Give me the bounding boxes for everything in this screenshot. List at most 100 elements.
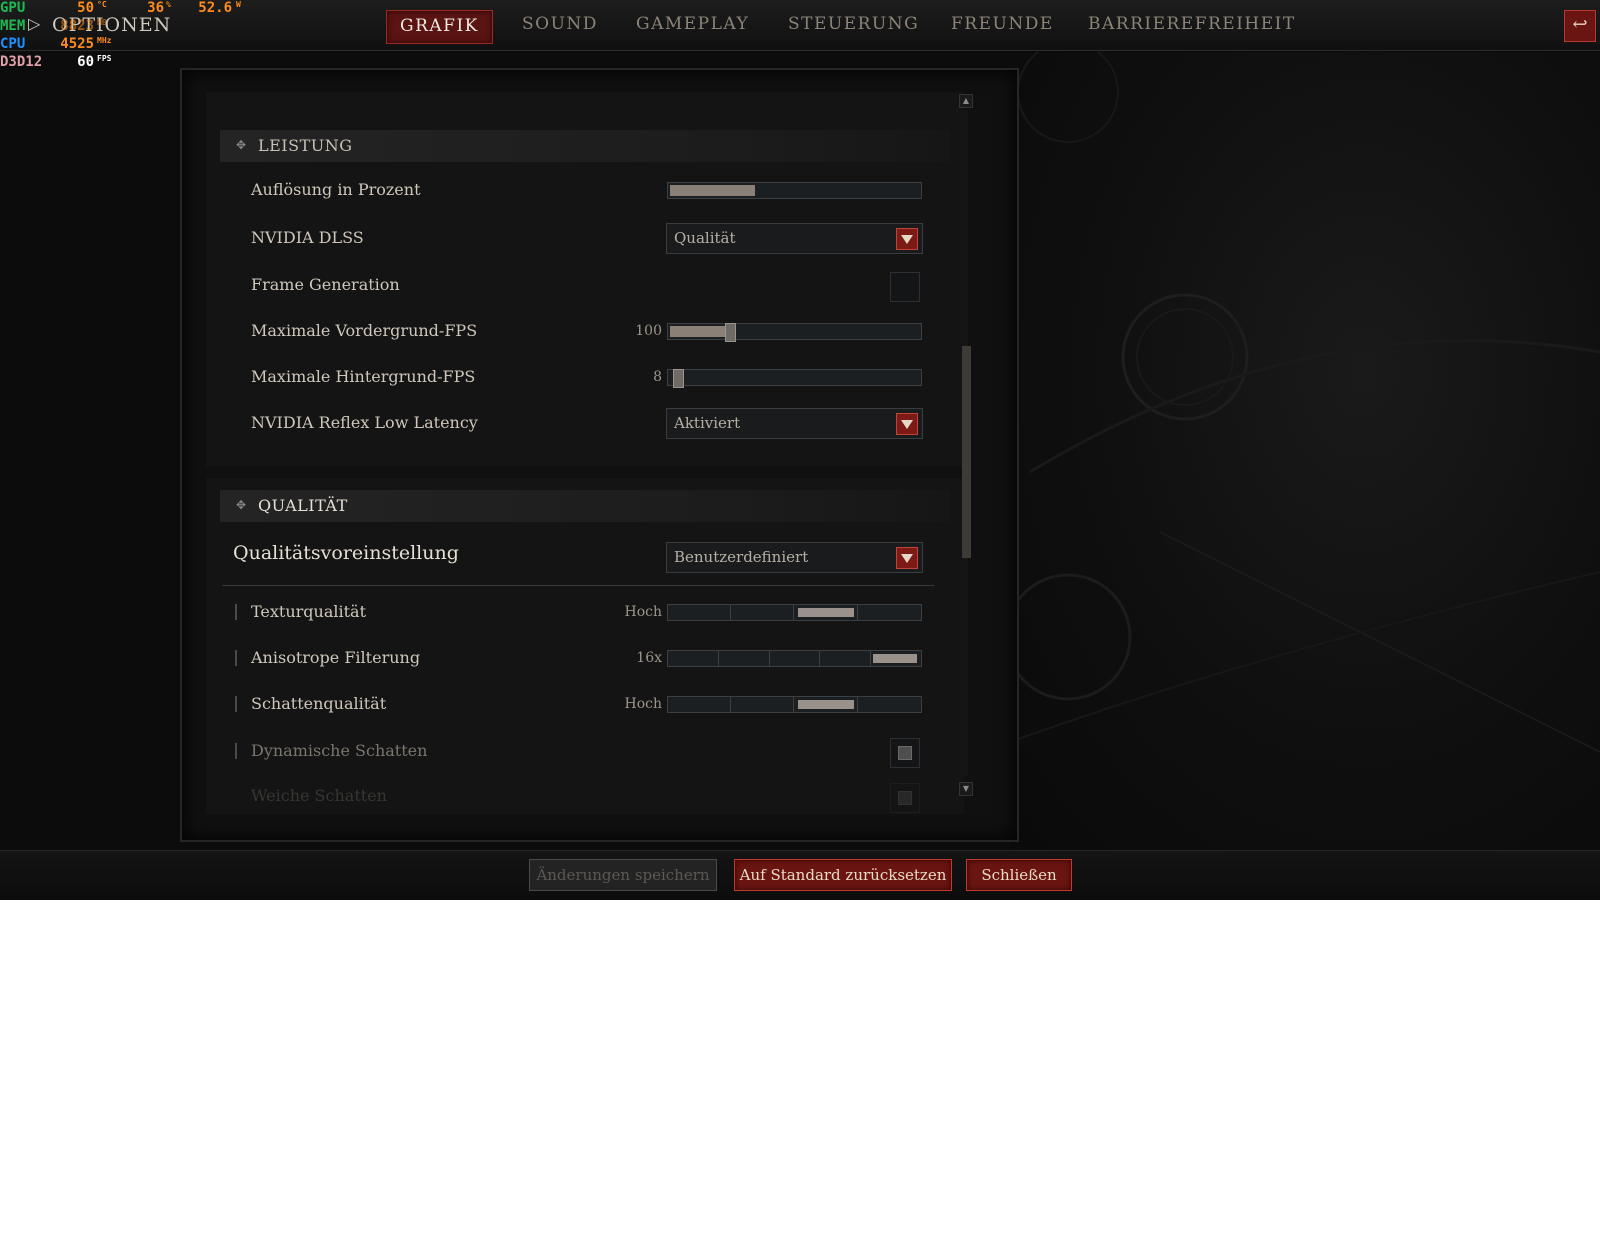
row-weiche-schatten: Weiche Schatten (206, 776, 964, 814)
step-segment[interactable] (769, 651, 820, 666)
step-segment[interactable] (820, 651, 871, 666)
step-segment[interactable] (858, 697, 920, 712)
label-anisotrope-filterung: Anisotrope Filterung (251, 648, 421, 667)
overlay-fps-value: 60 (77, 54, 94, 70)
value-texturqualitaet: Hoch (624, 604, 663, 620)
row-hintergrund-fps: Maximale Hintergrund-FPS 8 (206, 357, 964, 397)
overlay-mem-value: 8823 (60, 18, 94, 34)
expand-caret-icon (235, 696, 237, 712)
back-button[interactable]: ↩ (1564, 10, 1596, 42)
expand-caret-icon (235, 650, 237, 666)
slider-handle[interactable] (673, 369, 684, 388)
scroll-down-arrow-icon[interactable]: ▼ (959, 782, 973, 796)
background-sigil (1010, 52, 1600, 753)
dropdown-dlss[interactable]: Qualität (666, 223, 923, 254)
overlay-gpu-temp: 50 (77, 0, 94, 16)
overlay-mem-label: MEM (0, 18, 26, 34)
label-framegen: Frame Generation (251, 275, 400, 294)
step-segment[interactable] (719, 651, 770, 666)
settings-panel: ✥ LEISTUNG Auflösung in Prozent NVIDIA D… (180, 68, 1019, 842)
label-aufloesung: Auflösung in Prozent (251, 180, 421, 199)
tab-freunde[interactable]: FREUNDE (951, 14, 1054, 36)
label-weiche-schatten: Weiche Schatten (251, 786, 387, 805)
section-leistung: ✥ LEISTUNG Auflösung in Prozent NVIDIA D… (206, 92, 964, 467)
step-segment[interactable] (858, 605, 920, 620)
settings-scrollbar[interactable]: ▲ ▼ (959, 94, 973, 796)
scroll-track[interactable] (962, 110, 971, 776)
section-header-leistung: ✥ LEISTUNG (220, 130, 950, 162)
reset-defaults-button[interactable]: Auf Standard zurücksetzen (734, 859, 952, 891)
slider-fill (670, 326, 727, 337)
label-schattenqualitaet: Schattenqualität (251, 694, 387, 713)
return-arrow-icon: ↩ (1572, 14, 1588, 35)
dropdown-preset[interactable]: Benutzerdefiniert (666, 542, 923, 573)
step-slider-anisotrope-filterung[interactable] (667, 650, 922, 667)
step-slider-texturqualitaet[interactable] (667, 604, 922, 621)
slider-hintergrund-fps[interactable] (667, 369, 922, 388)
close-button[interactable]: Schließen (966, 859, 1072, 891)
chevron-down-icon[interactable] (896, 228, 918, 250)
tab-grafik[interactable]: GRAFIK (386, 10, 493, 44)
checkbox-weiche-schatten[interactable] (890, 783, 920, 813)
step-segment[interactable] (668, 651, 719, 666)
row-dlss: NVIDIA DLSS Qualität (206, 218, 964, 258)
background-artwork (1010, 52, 1600, 850)
step-slider-schattenqualitaet[interactable] (667, 696, 922, 713)
step-segment[interactable] (668, 697, 731, 712)
label-reflex: NVIDIA Reflex Low Latency (251, 413, 478, 432)
value-anisotrope-filterung: 16x (636, 650, 662, 666)
row-reflex: NVIDIA Reflex Low Latency Aktiviert (206, 403, 964, 443)
row-framegen: Frame Generation (206, 265, 964, 305)
section-qualitaet: ✥ QUALITÄT Qualitätsvoreinstellung Benut… (206, 478, 964, 814)
label-hintergrund-fps: Maximale Hintergrund-FPS (251, 367, 476, 386)
settings-scroll-area[interactable]: ✥ LEISTUNG Auflösung in Prozent NVIDIA D… (206, 92, 964, 814)
row-aufloesung: Auflösung in Prozent (206, 170, 964, 210)
section-title-leistung: LEISTUNG (258, 136, 353, 155)
diamond-cluster-icon: ✥ (236, 498, 247, 512)
dropdown-value: Qualität (674, 229, 736, 247)
label-texturqualitaet: Texturqualität (251, 602, 367, 621)
label-dynamische-schatten: Dynamische Schatten (251, 741, 428, 760)
checkbox-framegen[interactable] (890, 272, 920, 302)
label-dlss: NVIDIA DLSS (251, 228, 364, 247)
step-segment[interactable] (731, 697, 794, 712)
tab-gameplay[interactable]: GAMEPLAY (636, 14, 749, 36)
diamond-cluster-icon: ✥ (236, 138, 247, 152)
row-schattenqualitaet: Schattenqualität Hoch (206, 684, 964, 724)
row-texturqualitaet: Texturqualität Hoch (206, 592, 964, 632)
step-segment[interactable] (870, 651, 920, 666)
scroll-thumb[interactable] (962, 346, 971, 558)
chevron-down-icon[interactable] (896, 547, 918, 569)
step-segment[interactable] (795, 605, 858, 620)
dropdown-reflex[interactable]: Aktiviert (666, 408, 923, 439)
checkbox-dynamische-schatten[interactable] (890, 738, 920, 768)
overlay-api-label: D3D12 (0, 54, 43, 70)
value-vordergrund-fps: 100 (635, 323, 662, 339)
overlay-gpu-load: 36 (147, 0, 164, 16)
step-segment[interactable] (731, 605, 794, 620)
value-hintergrund-fps: 8 (653, 369, 662, 385)
bottom-action-bar: Änderungen speichern Auf Standard zurück… (0, 850, 1600, 900)
overlay-cpu-label: CPU (0, 36, 26, 52)
game-window: ▷ OPTIONEN GRAFIK SOUND GAMEPLAY STEUERU… (0, 0, 1600, 900)
slider-handle[interactable] (725, 323, 736, 342)
tab-barrierefreiheit[interactable]: BARRIEREFREIHEIT (1088, 14, 1296, 36)
value-schattenqualitaet: Hoch (624, 696, 663, 712)
tab-steuerung[interactable]: STEUERUNG (788, 14, 919, 36)
save-changes-button[interactable]: Änderungen speichern (529, 859, 717, 891)
expand-caret-icon (235, 604, 237, 620)
label-vordergrund-fps: Maximale Vordergrund-FPS (251, 321, 478, 340)
row-dynamische-schatten: Dynamische Schatten (206, 731, 964, 771)
step-segment[interactable] (795, 697, 858, 712)
row-preset: Qualitätsvoreinstellung Benutzerdefinier… (206, 534, 964, 574)
step-segment[interactable] (668, 605, 731, 620)
slider-fill (670, 185, 755, 196)
chevron-down-icon[interactable] (896, 413, 918, 435)
dropdown-value: Aktiviert (674, 414, 741, 432)
tab-sound[interactable]: SOUND (522, 14, 598, 36)
slider-vordergrund-fps[interactable] (667, 323, 922, 342)
divider (222, 585, 934, 586)
scroll-up-arrow-icon[interactable]: ▲ (959, 94, 973, 108)
play-arrow-icon: ▷ (28, 14, 41, 33)
slider-aufloesung[interactable] (667, 182, 922, 199)
